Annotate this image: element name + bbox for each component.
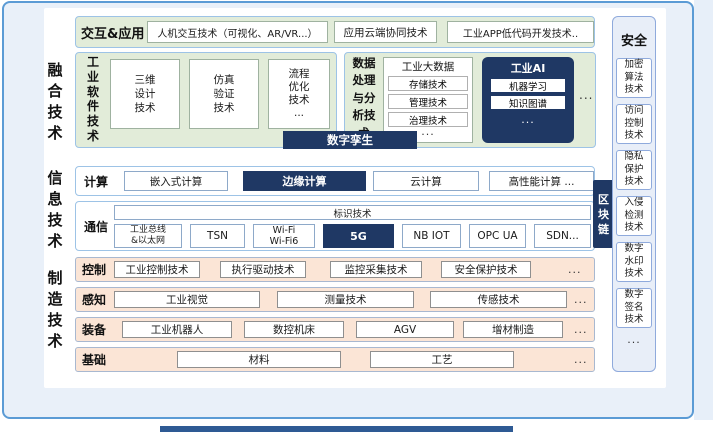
tech-box: SDN... [534, 224, 591, 248]
more-ellipsis: ... [568, 263, 582, 276]
tech-box: 数控机床 [244, 321, 344, 338]
security-box: 加密 算法 技术 [616, 58, 652, 98]
tech-box: TSN [190, 224, 245, 248]
tech-box: NB IOT [402, 224, 461, 248]
tech-box: 监控采集技术 [330, 261, 422, 278]
tech-box: 云计算 [373, 171, 479, 191]
tech-box: 执行驱动技术 [220, 261, 306, 278]
communication-label: 通信 [84, 201, 108, 251]
security-box: 入侵 检测 技术 [616, 196, 652, 236]
tech-box: 增材制造 [463, 321, 563, 338]
tech-box: 管理技术 [388, 94, 468, 109]
tech-box: 工业APP低代码开发技术.. [447, 21, 594, 43]
tech-box: 工业总线 &以太网 [114, 224, 182, 248]
tech-box: 机器学习 [491, 79, 565, 92]
more-ellipsis: ... [574, 323, 588, 336]
tech-box: 传感技术 [430, 291, 567, 308]
industrial-tech-architecture-diagram: 交互&应用 人机交互技术（可视化、AR/VR...） 应用云端协同技术 工业AP… [0, 0, 713, 432]
blockchain-bar: 区 块 链 [593, 180, 614, 248]
tech-box: 应用云端协同技术 [334, 21, 437, 43]
digital-twin-bar: 数字孪生 [283, 131, 417, 149]
tech-box: 工业机器人 [122, 321, 232, 338]
tech-box: 高性能计算 ... [489, 171, 594, 191]
more-ellipsis: ... [574, 353, 588, 366]
control-label: 控制 [82, 257, 106, 282]
perception-label: 感知 [82, 287, 106, 312]
tech-box: 测量技术 [277, 291, 414, 308]
more-ellipsis: ... [574, 293, 588, 306]
ai-title: 工业AI [511, 60, 546, 76]
data-processing-label: 数据 处理 与分 析技 术 [350, 55, 378, 142]
security-box: 数字 水印 技术 [616, 242, 652, 282]
tech-box: 知识图谱 [491, 96, 565, 109]
tech-box: 工业控制技术 [114, 261, 200, 278]
security-box: 数字 签名 技术 [616, 288, 652, 328]
more-ellipsis: ... [521, 115, 535, 125]
right-margin-strip [694, 0, 713, 420]
tech-box: AGV [356, 321, 454, 338]
tech-box: 边缘计算 [243, 171, 366, 191]
tech-box: OPC UA [469, 224, 526, 248]
tech-box: 人机交互技术（可视化、AR/VR...） [147, 21, 328, 43]
bigdata-title: 工业大数据 [402, 59, 455, 74]
tech-box: 5G [323, 224, 394, 248]
bottom-accent-bar [160, 426, 513, 432]
section-label-information: 信 息 技 术 [44, 168, 66, 252]
tech-box: Wi-Fi Wi-Fi6 [253, 224, 315, 248]
more-ellipsis: ... [579, 88, 593, 102]
more-ellipsis: ... [612, 333, 656, 346]
interaction-row-label: 交互&应用 [81, 16, 144, 48]
industrial-software-label: 工 业 软 件 技 术 [84, 55, 102, 144]
tech-box: 嵌入式计算 [124, 171, 228, 191]
tech-box: 仿真 验证 技术 [189, 59, 259, 129]
compute-label: 计算 [84, 166, 108, 196]
section-label-fusion: 融 合 技 术 [44, 60, 66, 144]
tech-box: 流程 优化 技术 ... [268, 59, 330, 129]
section-label-manufacturing: 制 造 技 术 [44, 268, 66, 352]
security-box: 访问 控制 技术 [616, 104, 652, 144]
tech-box: 安全保护技术 [441, 261, 531, 278]
tech-box: 工业视觉 [114, 291, 260, 308]
tech-box: 存储技术 [388, 76, 468, 91]
tech-box: 工艺 [370, 351, 514, 368]
tech-box: 材料 [177, 351, 341, 368]
tech-box: 三维 设计 技术 [110, 59, 180, 129]
security-title: 安全 [612, 30, 656, 49]
foundation-label: 基础 [82, 347, 106, 372]
industrial-ai-box: 工业AI 机器学习 知识图谱 ... [482, 57, 574, 143]
more-ellipsis: ... [421, 127, 435, 137]
equipment-label: 装备 [82, 317, 106, 342]
identifier-tech-bar: 标识技术 [114, 205, 591, 220]
security-box: 隐私 保护 技术 [616, 150, 652, 190]
